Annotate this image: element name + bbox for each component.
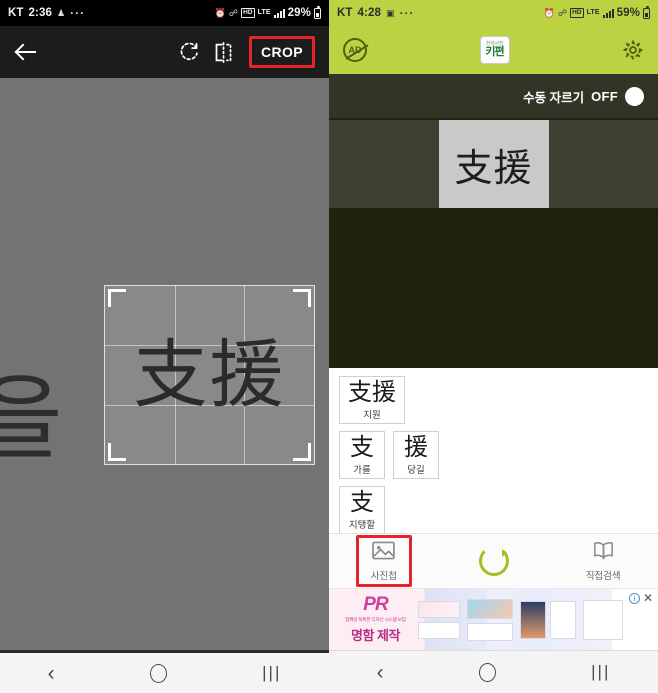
result-hanja: 支援: [348, 378, 396, 406]
image-preview-strip[interactable]: 支援: [329, 118, 658, 210]
status-bar: KT 4:28 ▣ ··· ⏰ ☍ HD LTE 59%: [329, 0, 658, 26]
status-bar: KT 2:36 ♟ ··· ⏰ ☍ HD LTE 29%: [0, 0, 329, 26]
info-icon[interactable]: i: [628, 593, 640, 604]
ad-thumbnails: [412, 589, 629, 650]
battery-percent-label: 59%: [616, 7, 640, 19]
crop-canvas[interactable]: 을 支援: [0, 78, 329, 650]
tab-label: 직접검색: [585, 571, 621, 582]
hd-voice-icon: HD: [241, 8, 255, 18]
ad-text-block: PR 업께일 독특한 디자인 시스템 보임 명함 제작: [329, 595, 412, 644]
app-logo-icon: 한자사전 키편: [479, 36, 510, 64]
result-korean: 당길: [407, 464, 425, 476]
result-hanja: 支: [350, 487, 374, 516]
ad-banner[interactable]: PR 업께일 독특한 디자인 시스템 보임 명함 제작 i ✕: [329, 588, 658, 650]
result-korean: 지탱할: [348, 519, 376, 531]
result-hanja: 支: [350, 432, 374, 461]
ad-headline: 명함 제작: [350, 628, 400, 643]
crop-button[interactable]: CROP: [254, 42, 310, 62]
clock: 2:36: [28, 7, 52, 19]
crop-overlay[interactable]: 支援: [104, 285, 315, 465]
result-hanja: 援: [404, 432, 428, 461]
hd-voice-icon: HD: [570, 8, 584, 18]
preview-dark-area: [329, 210, 658, 368]
lte-icon: LTE: [257, 9, 271, 16]
crop-editor-toolbar: CROP: [0, 26, 329, 78]
manual-crop-row: 수동 자르기 OFF: [329, 74, 658, 118]
close-icon[interactable]: ✕: [643, 592, 653, 604]
book-icon: [592, 540, 615, 565]
crop-handle-bottom-right[interactable]: [293, 443, 311, 461]
right-phone-screenshot: KT 4:28 ▣ ··· ⏰ ☍ HD LTE 59% AD 한자사전 키편 …: [329, 0, 658, 693]
tab-refresh[interactable]: [439, 546, 549, 576]
crop-button-highlight: CROP: [248, 36, 315, 68]
battery-icon: [643, 6, 650, 19]
tab-photo-album[interactable]: 사진첩: [329, 535, 439, 587]
crop-handle-bottom-left[interactable]: [108, 443, 126, 461]
nav-recents-button[interactable]: |||: [591, 662, 610, 682]
carrier-label: KT: [8, 7, 24, 19]
tab-direct-search[interactable]: 직접검색: [548, 540, 658, 582]
more-notifications-icon: ···: [70, 6, 86, 20]
hanja-results-list: 支援 지원 支 가를 援 당길 支 지탱할: [329, 368, 658, 534]
signal-strength-icon: [273, 8, 285, 18]
nav-recents-button[interactable]: |||: [262, 663, 281, 683]
left-phone-screenshot: KT 2:36 ♟ ··· ⏰ ☍ HD LTE 29% CROP 을 支援 ‹…: [0, 0, 329, 693]
battery-percent-label: 29%: [287, 7, 311, 19]
back-arrow-icon[interactable]: [14, 39, 40, 65]
bluetooth-icon: ☍: [557, 7, 568, 18]
result-card[interactable]: 援 당길: [393, 430, 439, 479]
result-row: 支援 지원: [339, 376, 658, 424]
screenshot-comparison: KT 2:36 ♟ ··· ⏰ ☍ HD LTE 29% CROP 을 支援 ‹…: [0, 0, 658, 693]
ad-controls: i ✕: [628, 592, 658, 604]
nav-back-button[interactable]: ‹: [377, 662, 384, 683]
manual-crop-toggle[interactable]: [625, 86, 644, 106]
battery-icon: [314, 6, 321, 19]
image-icon: ▣: [385, 7, 395, 18]
result-korean: 지원: [363, 409, 381, 421]
carrier-label: KT: [337, 7, 353, 19]
remove-ads-icon[interactable]: AD: [343, 38, 367, 62]
android-navigation-bar: ‹ |||: [0, 650, 329, 693]
manual-crop-state: OFF: [591, 88, 618, 104]
manual-crop-label: 수동 자르기: [523, 90, 585, 105]
nav-home-button[interactable]: [149, 663, 167, 683]
bottom-tab-bar: 사진첩 직접검색: [329, 533, 658, 588]
android-navigation-bar: ‹ |||: [329, 650, 658, 693]
result-card[interactable]: 支 지탱할: [339, 485, 385, 534]
photo-album-icon: [372, 541, 396, 565]
preview-right-fill: [548, 120, 658, 208]
flip-horizontal-icon[interactable]: [207, 35, 241, 69]
more-notifications-icon: ···: [399, 6, 415, 20]
result-card[interactable]: 支 가를: [339, 430, 385, 479]
crop-handle-top-left[interactable]: [108, 289, 126, 307]
gear-icon[interactable]: [622, 39, 644, 61]
crop-selected-text: 支援: [133, 332, 286, 418]
photo-album-highlight: 사진첩: [355, 535, 412, 587]
rotate-right-icon[interactable]: [173, 35, 207, 69]
ad-label: AD: [348, 45, 362, 55]
nav-back-button[interactable]: ‹: [48, 663, 55, 684]
result-row: 支 가를 援 당길: [339, 430, 658, 479]
result-korean: 가를: [353, 464, 371, 476]
signal-strength-icon: [602, 8, 614, 18]
alarm-icon: ⏰: [543, 7, 555, 18]
ad-tagline: 업께일 독특한 디자인 시스템 보임: [345, 617, 406, 622]
lte-icon: LTE: [586, 9, 600, 16]
nav-home-button[interactable]: [478, 662, 496, 682]
clock: 4:28: [357, 7, 381, 19]
person-icon: ♟: [56, 7, 66, 18]
tab-label: 사진첩: [370, 571, 397, 582]
alarm-icon: ⏰: [214, 7, 226, 18]
refresh-icon: [478, 546, 509, 576]
bluetooth-icon: ☍: [228, 7, 239, 18]
app-logo-main-text: 키편: [485, 46, 504, 58]
preview-left-fill: [329, 120, 439, 208]
crop-handle-top-right[interactable]: [293, 289, 311, 307]
app-header: AD 한자사전 키편: [329, 26, 658, 74]
result-row: 支 지탱할: [339, 485, 658, 534]
ad-logo: PR: [363, 594, 388, 615]
recognized-image-crop: 支援: [438, 120, 549, 208]
background-partial-character: 을: [0, 365, 63, 472]
result-card[interactable]: 支援 지원: [339, 376, 405, 424]
